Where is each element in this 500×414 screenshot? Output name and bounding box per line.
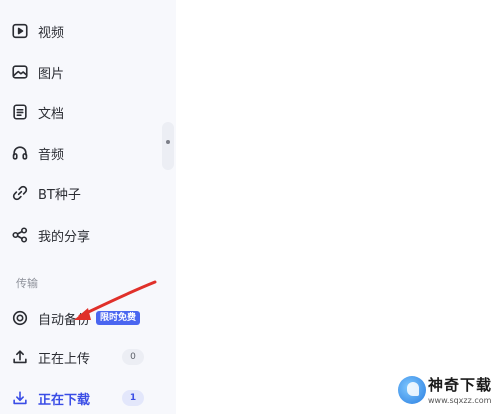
watermark: 神奇下载 www.sqxzz.com bbox=[398, 374, 498, 410]
sidebar-item-video[interactable]: 视频 bbox=[10, 17, 160, 45]
sidebar-item-label: 图片 bbox=[38, 66, 65, 82]
sidebar-item-label: 音频 bbox=[38, 147, 65, 163]
sidebar-item-audio[interactable]: 音频 bbox=[10, 139, 160, 167]
sidebar-item-label: 视频 bbox=[38, 25, 65, 41]
headphones-icon bbox=[10, 143, 30, 163]
sidebar-item-label: 正在上传 bbox=[38, 351, 91, 367]
download-count-badge: 1 bbox=[122, 390, 144, 406]
sidebar-item-images[interactable]: 图片 bbox=[10, 58, 160, 86]
watermark-title: 神奇下载 bbox=[428, 376, 493, 394]
backup-icon bbox=[10, 308, 30, 328]
upload-icon bbox=[10, 347, 30, 367]
video-icon bbox=[10, 21, 30, 41]
sidebar-item-bt-torrent[interactable]: BT种子 bbox=[10, 179, 160, 207]
transfer-section-label: 传输 bbox=[16, 277, 38, 290]
annotation-arrow bbox=[74, 280, 157, 320]
watermark-logo bbox=[398, 376, 426, 404]
sidebar-item-label: 正在下载 bbox=[38, 392, 91, 408]
image-icon bbox=[10, 62, 30, 82]
share-icon bbox=[10, 225, 30, 245]
watermark-url: www.sqxzz.com bbox=[428, 396, 492, 405]
link-icon bbox=[10, 183, 30, 203]
sidebar-item-uploading[interactable]: 正在上传 0 bbox=[10, 343, 160, 371]
sidebar-item-label: 我的分享 bbox=[38, 229, 91, 245]
sidebar-item-label: 文档 bbox=[38, 106, 65, 122]
sidebar-item-my-shares[interactable]: 我的分享 bbox=[10, 221, 160, 249]
upload-count-badge: 0 bbox=[122, 349, 144, 365]
sidebar: 视频 图片 文档 音频 BT种子 我的分享 传输 自动备份 限时免费 正在上传 … bbox=[0, 0, 176, 414]
download-icon bbox=[10, 388, 30, 408]
sidebar-item-downloading[interactable]: 正在下载 1 bbox=[10, 384, 160, 412]
document-icon bbox=[10, 102, 30, 122]
scrollbar-handle[interactable] bbox=[162, 122, 174, 170]
sidebar-item-documents[interactable]: 文档 bbox=[10, 98, 160, 126]
sidebar-item-label: BT种子 bbox=[38, 187, 81, 203]
